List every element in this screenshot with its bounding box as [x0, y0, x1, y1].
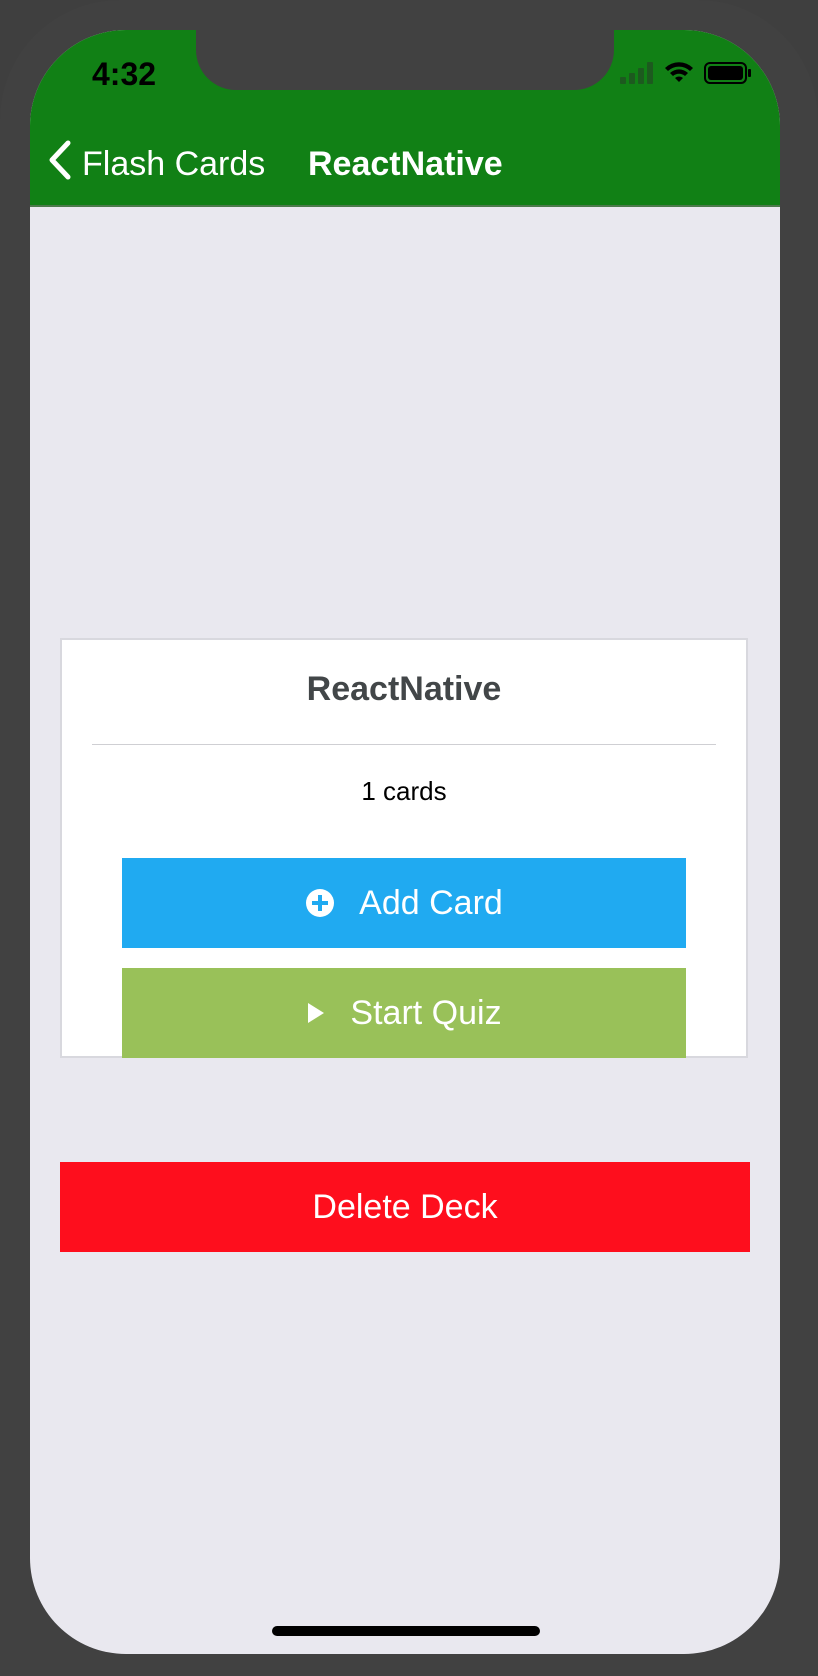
play-icon — [306, 1002, 326, 1024]
deck-card: ReactNative 1 cards Add Card Start Quiz — [60, 638, 748, 1058]
status-icons — [620, 62, 752, 89]
wifi-icon — [664, 62, 694, 89]
header-divider — [30, 205, 780, 207]
add-card-button[interactable]: Add Card — [122, 858, 686, 948]
start-quiz-label: Start Quiz — [350, 993, 502, 1032]
start-quiz-button[interactable]: Start Quiz — [122, 968, 686, 1058]
battery-icon — [704, 62, 752, 89]
chevron-left-icon — [48, 140, 72, 189]
nav-title: ReactNative — [308, 144, 503, 183]
app-screen: 4:32 Flash Cards ReactNative ReactNative… — [30, 30, 780, 1654]
device-notch — [196, 30, 614, 90]
add-card-label: Add Card — [359, 883, 503, 922]
delete-deck-button[interactable]: Delete Deck — [60, 1162, 750, 1252]
back-button-label: Flash Cards — [82, 144, 266, 183]
device-frame: 4:32 Flash Cards ReactNative ReactNative… — [0, 0, 818, 1676]
navigation-header: 4:32 Flash Cards ReactNative — [30, 30, 780, 207]
plus-circle-icon — [305, 888, 335, 918]
deck-title: ReactNative — [306, 670, 502, 708]
status-time: 4:32 — [92, 56, 157, 92]
cellular-signal-icon — [620, 62, 654, 89]
card-count: 1 cards — [361, 776, 447, 806]
home-indicator — [272, 1626, 540, 1636]
deck-divider — [92, 744, 716, 745]
back-button[interactable]: Flash Cards — [48, 140, 265, 188]
delete-deck-label: Delete Deck — [312, 1187, 498, 1226]
